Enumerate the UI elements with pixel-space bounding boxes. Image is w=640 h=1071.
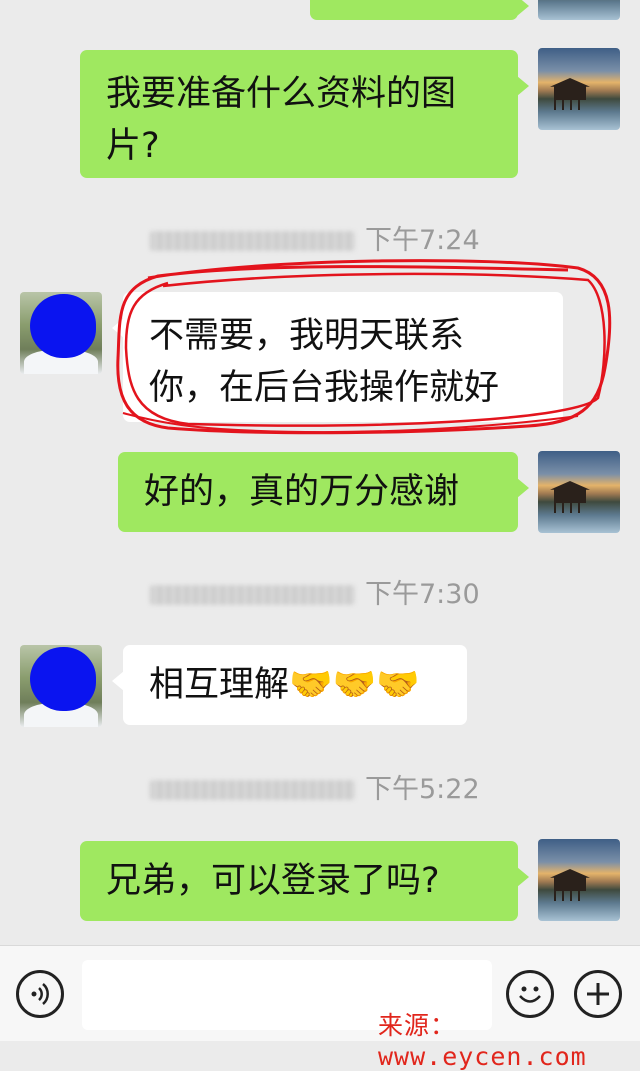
avatar[interactable] xyxy=(538,839,620,921)
hut-icon xyxy=(550,869,590,891)
timestamp: 下午5:22 xyxy=(365,774,480,805)
timestamp-row: 下午7:24 xyxy=(0,221,640,261)
avatar[interactable] xyxy=(538,0,620,20)
avatar[interactable] xyxy=(538,48,620,130)
blurred-text xyxy=(150,780,355,800)
stilts-decoration xyxy=(554,891,586,901)
avatar[interactable] xyxy=(20,645,102,727)
message-bubble[interactable]: 不需要，我明天联系 你，在后台我操作就好 xyxy=(112,292,563,422)
voice-icon xyxy=(31,983,49,1005)
message-bubble[interactable]: 我要准备什么资料的图 片? xyxy=(80,50,529,178)
timestamp-row: 下午7:30 xyxy=(0,575,640,615)
timestamp: 下午7:24 xyxy=(365,225,480,256)
message-bubble-partial[interactable] xyxy=(310,0,529,20)
avatar[interactable] xyxy=(20,292,102,374)
message-bubble[interactable]: 兄弟，可以登录了吗? xyxy=(80,841,529,921)
message-bubble[interactable]: 相互理解🤝🤝🤝 xyxy=(112,645,467,725)
chat-area[interactable]: 我要准备什么资料的图 片? 下午7:24 不需要，我明天联系 你，在后台我操作就… xyxy=(0,0,640,945)
timestamp-row: 下午5:22 xyxy=(0,770,640,810)
voice-button[interactable] xyxy=(16,970,64,1018)
message-bubble[interactable]: 好的，真的万分感谢 xyxy=(118,452,529,532)
stilts-decoration xyxy=(554,503,586,513)
hut-icon xyxy=(550,481,590,503)
hut-icon xyxy=(550,78,590,100)
redaction-blob xyxy=(30,294,96,358)
blurred-text xyxy=(150,585,355,605)
avatar[interactable] xyxy=(538,451,620,533)
blurred-text xyxy=(150,231,355,251)
redaction-blob xyxy=(30,647,96,711)
watermark: 来源：www.eycen.com xyxy=(378,1011,587,1071)
timestamp: 下午7:30 xyxy=(365,579,480,610)
stilts-decoration xyxy=(554,100,586,110)
